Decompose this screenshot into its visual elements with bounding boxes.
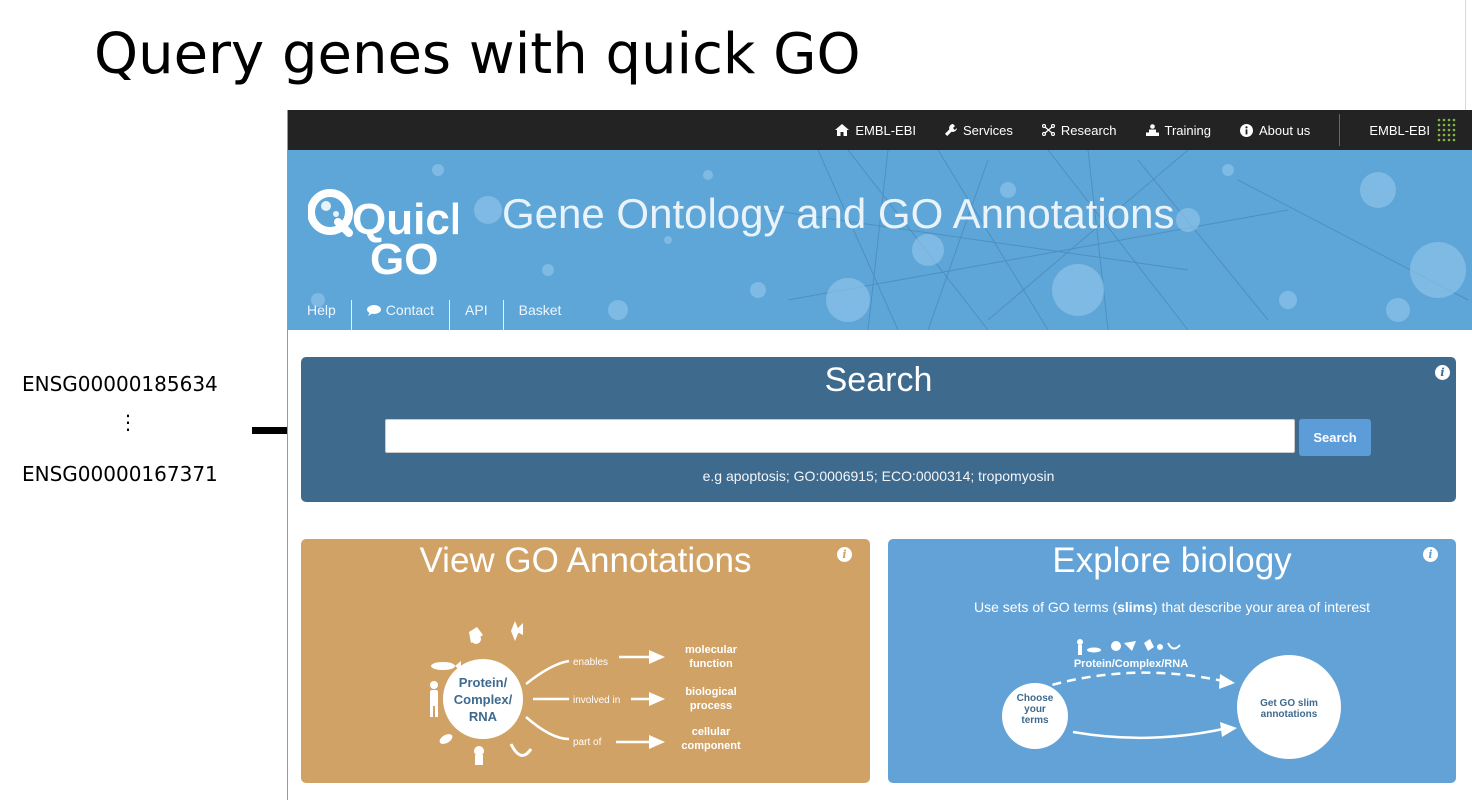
view-go-annotations-card[interactable]: View GO Annotations i Protein/ Complex/ … (301, 539, 870, 783)
topnav-item-training[interactable]: Training (1145, 122, 1211, 138)
search-button[interactable]: Search (1299, 419, 1371, 456)
aspect-process: process (690, 700, 732, 712)
search-hint: e.g apoptosis; GO:0006915; ECO:0000314; … (702, 468, 1055, 484)
topnav-item-embl-ebi[interactable]: EMBL-EBI (835, 123, 916, 138)
topnav-label: EMBL-EBI (855, 122, 916, 138)
hero-title: Gene Ontology and GO Annotations (502, 190, 1175, 237)
relation-involved-in: involved in (573, 695, 620, 706)
embl-ebi-logo-icon (1437, 118, 1456, 142)
topnav-divider (1339, 114, 1341, 146)
gene-id-last: ENSG00000167371 (22, 462, 218, 486)
aspect-molecular: molecular (685, 644, 738, 656)
nav-contact-label: Contact (385, 302, 435, 318)
topnav-item-about[interactable]: About us (1239, 122, 1311, 138)
nav-basket[interactable]: Basket (504, 300, 577, 330)
logo-text-go: GO (370, 235, 438, 278)
info-icon[interactable]: i (1435, 365, 1450, 380)
choose-line-3: terms (1021, 715, 1049, 726)
topnav-item-services[interactable]: Services (945, 123, 1013, 138)
get-slim-line-2: annotations (1261, 709, 1318, 720)
quickgo-screenshot: EMBL-EBI Services Research Training Abou… (287, 110, 1472, 800)
secondary-nav: Help Contact API Basket (288, 290, 576, 330)
nav-contact[interactable]: Contact (352, 300, 451, 330)
search-input[interactable] (385, 419, 1295, 453)
entity-label-line-2: Complex/ (454, 692, 513, 707)
chat-bubble-icon (366, 304, 381, 316)
aspect-component: component (681, 740, 741, 752)
research-icon (1041, 124, 1055, 136)
relation-enables: enables (573, 657, 608, 668)
nav-help-label: Help (307, 302, 336, 318)
search-panel: Search i Search e.g apoptosis; GO:000691… (301, 357, 1456, 502)
annotation-diagram: Protein/ Complex/ RNA enables involved i… (430, 621, 741, 765)
entity-label-line-3: RNA (469, 709, 498, 724)
hero-banner: Quick GO Gene Ontology and GO Annotation… (288, 150, 1472, 330)
choose-line-1: Choose (1017, 693, 1054, 704)
nav-help[interactable]: Help (288, 300, 352, 330)
nav-api-label: API (465, 302, 488, 318)
gene-id-first: ENSG00000185634 (22, 372, 218, 396)
info-icon (1239, 123, 1253, 137)
nav-basket-label: Basket (518, 302, 562, 318)
entity-label-line-1: Protein/ (459, 675, 508, 690)
gene-ellipsis: ⋮ (118, 410, 138, 434)
topnav-item-research[interactable]: Research (1041, 122, 1117, 138)
slide-title: Query genes with quick GO (94, 22, 861, 87)
choose-line-2: your (1024, 704, 1046, 715)
top-navigation-bar: EMBL-EBI Services Research Training Abou… (288, 110, 1472, 150)
get-slim-line-1: Get GO slim (1260, 698, 1318, 709)
aspect-function: function (689, 658, 733, 670)
topnav-label: Research (1060, 122, 1117, 138)
topnav-label: Services (963, 122, 1013, 138)
wrench-icon (945, 124, 957, 136)
explore-biology-card[interactable]: Explore biology i Use sets of GO terms (… (888, 539, 1456, 783)
aspect-cellular: cellular (692, 726, 731, 738)
nav-api[interactable]: API (450, 300, 504, 330)
relation-part-of: part of (573, 737, 602, 748)
entity-label: Protein/Complex/RNA (1074, 658, 1188, 670)
topnav-label: About us (1258, 122, 1311, 138)
slim-diagram: Protein/Complex/RNA Choose your terms Ge… (1002, 639, 1341, 759)
home-icon (835, 124, 850, 136)
quickgo-logo[interactable]: Quick GO (308, 188, 458, 278)
training-icon (1145, 124, 1159, 136)
aspect-biological: biological (685, 686, 736, 698)
search-title: Search (824, 361, 933, 399)
brand-label: EMBL-EBI (1369, 122, 1430, 138)
embl-ebi-brand[interactable]: EMBL-EBI (1369, 116, 1459, 144)
topnav-label: Training (1164, 122, 1211, 138)
